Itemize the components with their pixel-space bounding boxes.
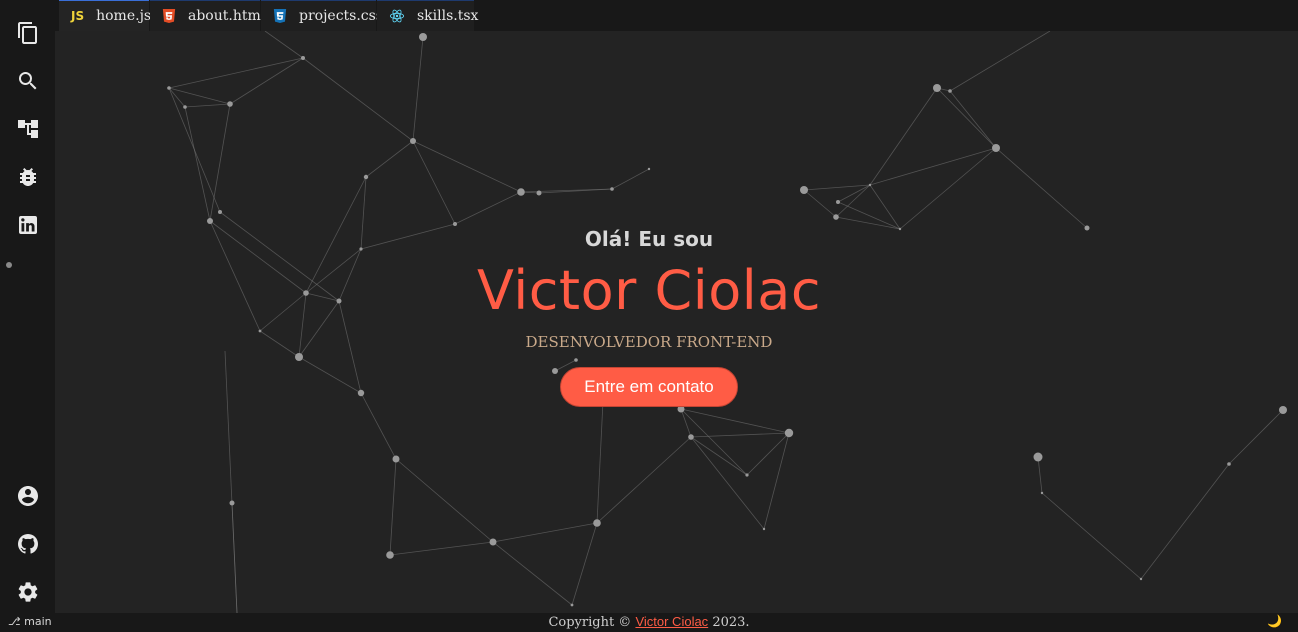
editor-content-area: Olá! Eu sou Victor Ciolac DESENVOLVEDOR …	[55, 31, 1298, 613]
html5-icon	[162, 8, 176, 24]
files-icon[interactable]	[14, 19, 42, 47]
account-icon[interactable]	[14, 482, 42, 510]
contact-button[interactable]: Entre em contato	[560, 367, 738, 407]
tab-label: about.html	[188, 8, 266, 24]
tab-label: projects.css	[299, 8, 384, 24]
hero-role: DESENVOLVEDOR FRONT-END	[525, 333, 773, 351]
tab-label: home.js	[96, 8, 152, 24]
hero-greeting: Olá! Eu sou	[584, 227, 714, 251]
settings-gear-icon[interactable]	[14, 578, 42, 606]
hero-name: Victor Ciolac	[476, 259, 822, 322]
hero-section: Olá! Eu sou Victor Ciolac DESENVOLVEDOR …	[55, 31, 1298, 613]
search-icon[interactable]	[14, 67, 42, 95]
activity-indicator-dot	[6, 262, 12, 268]
moon-icon[interactable]: 🌙	[1267, 614, 1282, 628]
editor-tab-bar: JS home.js about.html projects.css skill…	[55, 0, 1298, 31]
copyright-notice: Copyright © Victor Ciolac 2023.	[0, 614, 1298, 630]
linkedin-icon[interactable]	[14, 211, 42, 239]
tab-projects-css[interactable]: projects.css	[261, 0, 383, 31]
tab-label: skills.tsx	[417, 8, 479, 24]
debug-bug-icon[interactable]	[14, 163, 42, 191]
javascript-icon: JS	[71, 9, 85, 23]
copyright-author-link[interactable]: Victor Ciolac	[635, 614, 708, 629]
source-tree-icon[interactable]	[14, 115, 42, 143]
activity-bar	[0, 0, 55, 613]
tab-skills-tsx[interactable]: skills.tsx	[377, 0, 478, 31]
status-bar: ⎇ main Copyright © Victor Ciolac 2023. 🌙	[0, 613, 1298, 632]
css3-icon	[273, 8, 287, 24]
tab-home-js[interactable]: JS home.js	[59, 0, 152, 31]
github-icon[interactable]	[14, 530, 42, 558]
tab-about-html[interactable]: about.html	[150, 0, 265, 31]
portfolio-editor-app: JS home.js about.html projects.css skill…	[0, 0, 1298, 632]
react-icon	[389, 8, 405, 24]
copyright-prefix: Copyright ©	[548, 615, 632, 630]
copyright-year: 2023.	[712, 615, 750, 630]
